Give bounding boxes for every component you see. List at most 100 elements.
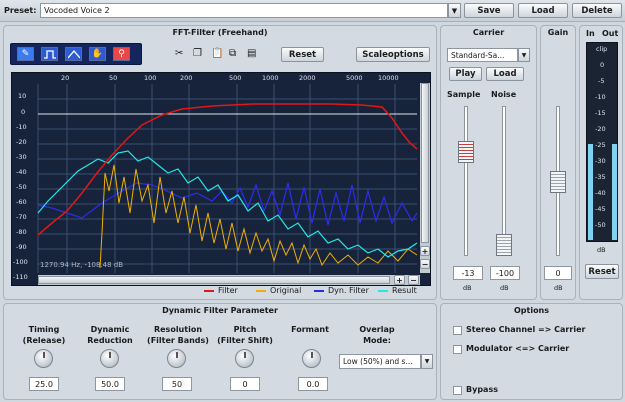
carrier-panel: Carrier Standard-Sa... ▼ Play Load Sampl… (440, 25, 537, 300)
preset-input[interactable]: Vocoded Voice 2 (40, 3, 448, 18)
meter-tick: -25 (595, 141, 606, 149)
stereo-channel-label: Stereo Channel => Carrier (466, 325, 586, 334)
zoom-in-x-button[interactable]: + (394, 275, 405, 285)
stereo-channel-checkbox[interactable] (453, 326, 462, 335)
modulator-carrier-checkbox[interactable] (453, 345, 462, 354)
timing-value[interactable]: 25.0 (29, 377, 59, 391)
dynamic-reduction-value[interactable]: 50.0 (95, 377, 125, 391)
delete-button[interactable]: Delete (572, 3, 622, 18)
horizontal-scroll-thumb[interactable] (38, 276, 390, 284)
cut-icon[interactable]: ✂ (175, 48, 183, 59)
legend-original: Original (270, 286, 302, 295)
legend-swatch-original (256, 290, 266, 292)
pitch-knob[interactable] (235, 349, 254, 368)
fft-reset-button[interactable]: Reset (281, 47, 324, 62)
formant-knob[interactable] (302, 349, 321, 368)
carrier-load-button[interactable]: Load (486, 67, 524, 81)
legend-swatch-dyn-filter (314, 290, 324, 292)
meter-tick: -15 (595, 109, 606, 117)
carrier-sample-select[interactable]: Standard-Sa... (447, 48, 518, 62)
meter-tick: clip (596, 45, 608, 53)
copy-icon[interactable]: ❐ (193, 48, 202, 59)
meter-reset-button[interactable]: Reset (585, 264, 619, 279)
options-panel: Options Stereo Channel => Carrier Modula… (440, 303, 623, 400)
dynamic-filter-panel: Dynamic Filter Parameter Timing (Release)… (3, 303, 437, 400)
zoom-out-x-button[interactable]: − (408, 275, 419, 285)
pitch-value[interactable]: 0 (230, 377, 260, 391)
gain-value[interactable]: 0 (544, 266, 572, 280)
y-tick: -40 (16, 168, 27, 176)
duplicate-icon[interactable]: ⧉ (229, 48, 236, 59)
y-tick: -90 (16, 243, 27, 251)
peak-tool-button[interactable] (65, 47, 82, 61)
paste-icon[interactable]: 📋 (211, 48, 223, 59)
dynamic-filter-title: Dynamic Filter Parameter (162, 306, 278, 315)
fft-plot-svg (37, 84, 418, 273)
x-tick: 50 (109, 74, 118, 82)
bypass-label: Bypass (466, 385, 498, 394)
meter-tick: -45 (595, 205, 606, 213)
timing-label-line2: (Release) (22, 336, 66, 345)
clipboard-toolbar: ✂ ❐ 📋 ⧉ ▤ (175, 48, 259, 62)
vertical-scrollbar[interactable]: + − (420, 83, 430, 273)
noise-label: Noise (491, 90, 517, 99)
hand-icon: ✋ (91, 49, 104, 59)
save-button[interactable]: Save (464, 3, 514, 18)
pitch-label: Pitch (Filter Shift) (214, 324, 276, 346)
dynamic-reduction-label-line1: Dynamic (90, 325, 130, 334)
zoom-tool-button[interactable]: ⚲ (113, 47, 130, 61)
noise-slider-thumb[interactable] (496, 234, 512, 256)
level-meter-panel: In Out clip 0 -5 -10 -15 -20 -25 -30 -35… (579, 25, 623, 300)
load-button[interactable]: Load (518, 3, 568, 18)
resolution-value[interactable]: 50 (162, 377, 192, 391)
clipboard-icon[interactable]: ▤ (247, 48, 256, 59)
filter-curve (37, 103, 418, 236)
bypass-checkbox[interactable] (453, 386, 462, 395)
magnifier-icon: ⚲ (118, 49, 125, 59)
cursor-readout: 1270.94 Hz, -108.48 dB (40, 261, 124, 269)
zoom-out-y-button[interactable]: − (420, 259, 430, 269)
overlap-mode-select[interactable]: Low (50%) and s... (339, 354, 421, 369)
hand-tool-button[interactable]: ✋ (89, 47, 106, 61)
meter-tick: -50 (595, 221, 606, 229)
peak-icon (67, 49, 80, 58)
meter-tick: -35 (595, 173, 606, 181)
scaleoptions-button[interactable]: Scaleoptions (356, 47, 430, 62)
timing-label: Timing (Release) (18, 324, 70, 346)
overlap-mode-dropdown[interactable]: ▼ (421, 354, 433, 369)
formant-value[interactable]: 0.0 (298, 377, 328, 391)
horizontal-scrollbar[interactable]: + − (38, 275, 420, 285)
legend-result: Result (392, 286, 417, 295)
meter-in-bar (588, 144, 593, 240)
sample-slider-track[interactable] (464, 106, 468, 256)
legend-swatch-filter (204, 290, 214, 292)
x-tick: 100 (144, 74, 157, 82)
sample-slider-thumb[interactable] (458, 141, 474, 163)
meter-tick: -10 (595, 93, 606, 101)
y-tick: -70 (16, 213, 27, 221)
resolution-label-line2: (Filter Bands) (147, 336, 209, 345)
fft-graph[interactable]: 10 0 -10 -20 -30 -40 -50 -60 -70 -80 -90… (11, 72, 431, 286)
vertical-scroll-thumb[interactable] (421, 83, 429, 243)
dynamic-reduction-knob[interactable] (100, 349, 119, 368)
y-tick: -30 (16, 153, 27, 161)
carrier-select-dropdown[interactable]: ▼ (518, 48, 530, 62)
pencil-tool-button[interactable]: ✎ (17, 47, 34, 61)
overlap-label: Overlap Mode: (344, 324, 410, 346)
zoom-in-y-button[interactable]: + (420, 246, 430, 256)
meter-in-label: In (586, 29, 595, 38)
meter-unit: dB (597, 246, 606, 254)
preset-dropdown-button[interactable]: ▼ (448, 3, 461, 18)
x-tick: 200 (180, 74, 193, 82)
resolution-knob[interactable] (167, 349, 186, 368)
y-tick: 10 (18, 92, 27, 100)
sample-value[interactable]: -13 (453, 266, 483, 280)
y-tick: -110 (13, 273, 28, 281)
y-tick: -20 (16, 138, 27, 146)
noise-value[interactable]: -100 (490, 266, 520, 280)
timing-knob[interactable] (34, 349, 53, 368)
play-button[interactable]: Play (449, 67, 482, 81)
bandpass-tool-button[interactable] (41, 47, 58, 61)
modulator-carrier-label: Modulator <=> Carrier (466, 344, 570, 353)
gain-slider-thumb[interactable] (550, 171, 566, 193)
